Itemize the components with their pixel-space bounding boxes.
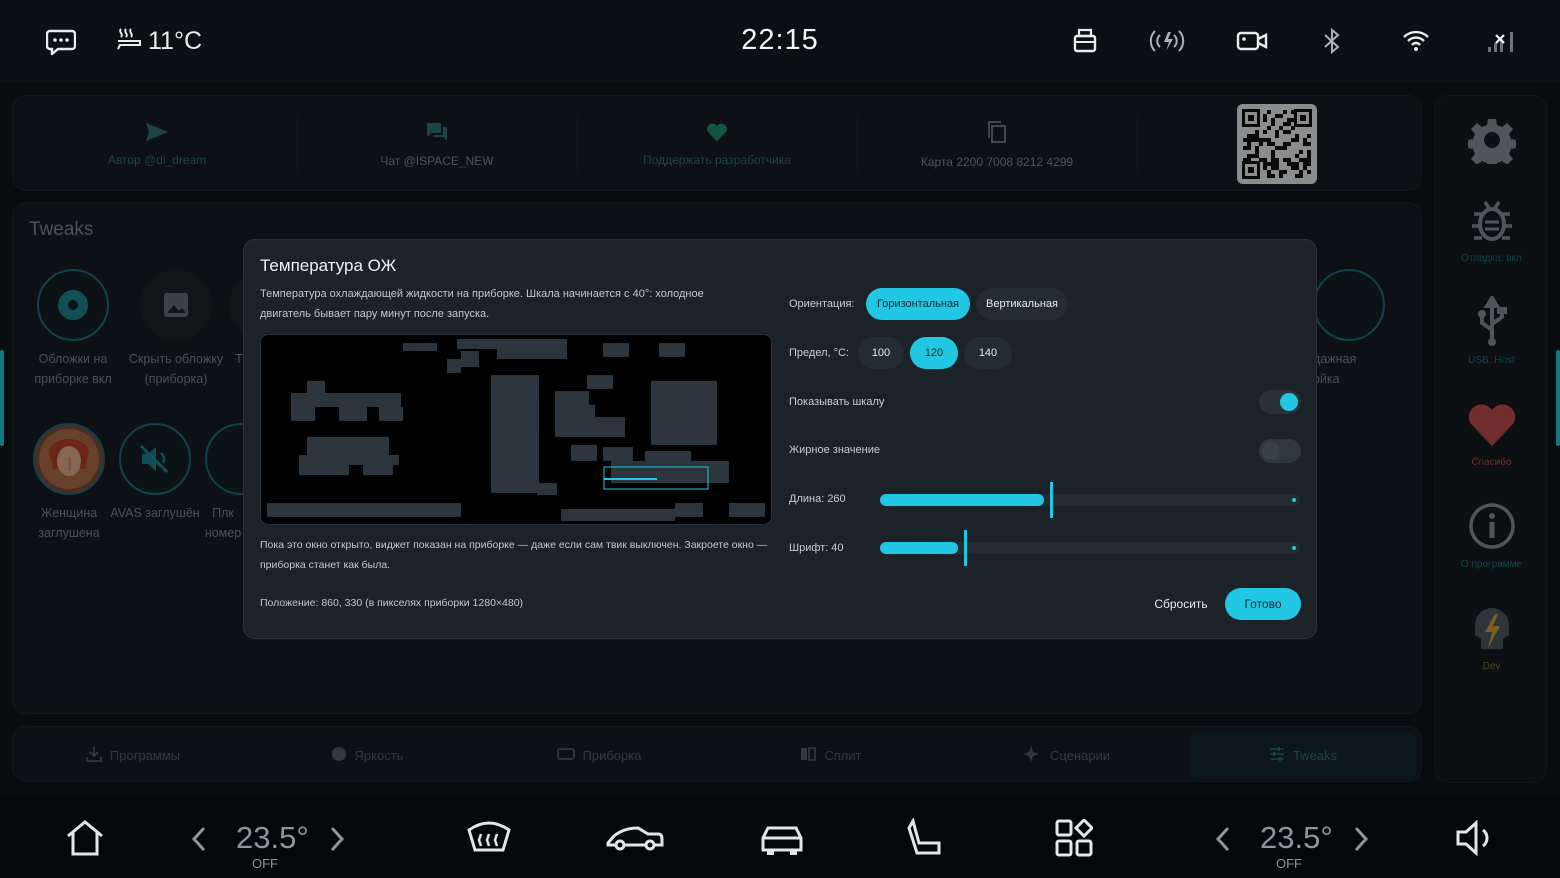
limit-120-button[interactable]: 120 (910, 337, 958, 369)
slider-end-dot (1292, 546, 1296, 550)
dashboard-preview-image (267, 339, 765, 521)
widget-position: Положение: 860, 330 (в пикселях приборки… (260, 597, 524, 609)
climate-right: 23.5° OFF (1214, 816, 1404, 876)
toggle-knob (1262, 442, 1280, 460)
done-button[interactable]: Готово (1225, 588, 1301, 620)
volume-icon[interactable] (1450, 810, 1500, 866)
bottom-bar: 23.5° OFF 23.5° OFF (0, 796, 1560, 878)
home-icon[interactable] (60, 810, 110, 866)
slider-thumb[interactable] (964, 530, 967, 566)
climate-left: 23.5° OFF (190, 816, 380, 876)
dashboard-preview[interactable] (260, 334, 772, 525)
dialog-title: Температура ОЖ (260, 256, 397, 275)
dialog-note: Пока это окно открыто, виджет показан на… (260, 539, 768, 571)
status-bar: 11°C 22:15 (0, 0, 1560, 82)
bold-value-label: Жирное значение (789, 444, 880, 456)
slider-fill (880, 494, 1044, 506)
toggle-knob (1280, 393, 1298, 411)
climate-right-state: OFF (1276, 856, 1302, 871)
font-label: Шрифт: 40 (789, 542, 844, 554)
limit-140-button[interactable]: 140 (964, 337, 1012, 369)
chevron-left-icon[interactable] (190, 826, 208, 857)
orientation-vertical-button[interactable]: Вертикальная (976, 288, 1068, 320)
bluetooth-icon[interactable] (1322, 22, 1342, 60)
car-front-icon[interactable] (754, 810, 810, 866)
wifi-icon[interactable] (1402, 22, 1430, 60)
chevron-left-icon[interactable] (1214, 826, 1232, 857)
apps-icon[interactable] (1048, 810, 1100, 866)
slider-end-dot (1292, 498, 1296, 502)
bold-value-toggle[interactable] (1259, 439, 1301, 463)
show-scale-toggle[interactable] (1259, 390, 1301, 414)
chevron-right-icon[interactable] (1352, 826, 1370, 857)
climate-left-state: OFF (252, 856, 278, 871)
length-label: Длина: 260 (789, 493, 846, 505)
limit-100-button[interactable]: 100 (858, 337, 904, 369)
font-slider[interactable] (880, 530, 1300, 566)
coolant-temp-dialog: Температура ОЖ Температура охлаждающей ж… (243, 239, 1317, 639)
seat-icon[interactable] (900, 810, 950, 866)
rear-defrost-icon[interactable] (462, 810, 516, 866)
reset-button[interactable]: Сбросить (1149, 588, 1213, 620)
orientation-label: Ориентация: (789, 298, 855, 310)
climate-right-temp: 23.5° (1260, 820, 1333, 855)
usb-drive-icon[interactable] (1072, 22, 1098, 60)
wireless-charge-icon[interactable] (1148, 22, 1186, 60)
slider-thumb[interactable] (1050, 482, 1053, 518)
app-screen: 11°C 22:15 Автор @di_dream Чат @ISPACE_N… (0, 0, 1560, 878)
length-slider[interactable] (880, 482, 1300, 518)
limit-label: Предел, °C: (789, 347, 850, 359)
climate-left-temp: 23.5° (236, 820, 309, 855)
car-side-icon[interactable] (602, 810, 668, 866)
signal-off-icon (1486, 22, 1516, 60)
dialog-description: Температура охлаждающей жидкости на приб… (260, 288, 704, 320)
show-scale-label: Показывать шкалу (789, 396, 885, 408)
slider-fill (880, 542, 958, 554)
orientation-horizontal-button[interactable]: Горизонтальная (866, 288, 970, 320)
chevron-right-icon[interactable] (328, 826, 346, 857)
camera-icon[interactable] (1236, 22, 1268, 60)
